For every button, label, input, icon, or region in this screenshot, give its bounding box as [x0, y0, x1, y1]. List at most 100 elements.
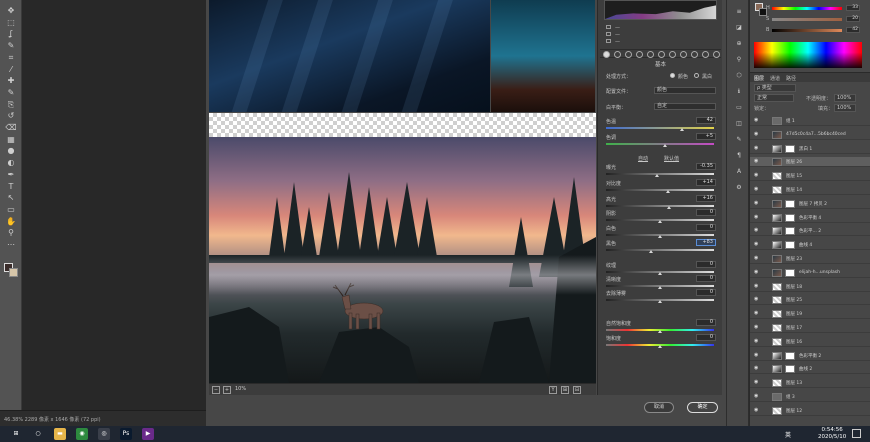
- visibility-eye-icon[interactable]: ◉: [754, 297, 760, 302]
- effects-tab-icon[interactable]: [669, 51, 676, 58]
- layer-row[interactable]: ◉ 曲线 2: [750, 364, 870, 375]
- panel-8-icon[interactable]: ✎: [735, 136, 743, 143]
- system-clock[interactable]: 0:54:56 2020/5/10: [818, 427, 846, 440]
- visibility-eye-icon[interactable]: ◉: [754, 118, 760, 123]
- panel-2-icon[interactable]: ⊕: [735, 40, 743, 47]
- white-balance-select[interactable]: 自定: [654, 103, 716, 110]
- slider-thumb[interactable]: [658, 272, 662, 275]
- snapshots-tab-icon[interactable]: [702, 51, 709, 58]
- presets-tab-icon[interactable]: [691, 51, 698, 58]
- file-explorer-icon[interactable]: ▬: [54, 428, 66, 440]
- qq-music-icon[interactable]: ◎: [98, 428, 110, 440]
- auto-link[interactable]: 自动: [638, 155, 648, 162]
- slider-value-field[interactable]: +5: [696, 133, 716, 140]
- slider-track[interactable]: [606, 189, 714, 191]
- layer-row[interactable]: ◉ 组 1: [750, 116, 870, 126]
- panel-4-icon[interactable]: ⬡: [735, 72, 743, 79]
- history-brush-tool-icon[interactable]: ↺: [5, 111, 17, 121]
- lens-tab-icon[interactable]: [658, 51, 665, 58]
- visibility-eye-icon[interactable]: ◉: [754, 325, 760, 330]
- layer-row[interactable]: ◉ 图层 13: [750, 378, 870, 389]
- layer-row[interactable]: ◉ 曲线 4: [750, 240, 870, 251]
- panel-5-icon[interactable]: ℹ: [735, 88, 743, 95]
- crop-tool-icon[interactable]: ⌗: [5, 53, 17, 63]
- slider-thumb[interactable]: [658, 300, 662, 303]
- layer-row[interactable]: ◉ 图层 26: [750, 157, 870, 168]
- slider-track[interactable]: [606, 249, 714, 251]
- visibility-eye-icon[interactable]: ◉: [754, 242, 760, 247]
- slider-thumb[interactable]: [665, 190, 670, 193]
- eyedropper-tool-icon[interactable]: ⁄: [5, 65, 17, 75]
- before-after-button[interactable]: ⊞: [561, 386, 569, 394]
- curve-tab-icon[interactable]: [614, 51, 621, 58]
- brush-tool-icon[interactable]: ✎: [5, 88, 17, 98]
- more-tools-icon[interactable]: ⋯: [5, 240, 17, 250]
- slider-value-field[interactable]: 0: [696, 319, 716, 326]
- slider-value-field[interactable]: 0: [696, 334, 716, 341]
- visibility-eye-icon[interactable]: ◉: [754, 145, 760, 151]
- zoom-tool-icon[interactable]: ⚲: [5, 228, 17, 238]
- layer-row[interactable]: ◉ 图层 18: [750, 282, 870, 292]
- saturation-value[interactable]: 20: [846, 16, 860, 22]
- split-tone-tab-icon[interactable]: [647, 51, 654, 58]
- layer-row[interactable]: ◉ 图层 15: [750, 171, 870, 182]
- visibility-eye-icon[interactable]: ◉: [754, 228, 760, 233]
- blur-tool-icon[interactable]: ●: [5, 146, 17, 156]
- visibility-eye-icon[interactable]: ◉: [754, 159, 760, 164]
- start-button-icon[interactable]: ⊞: [10, 428, 22, 440]
- lasso-tool-icon[interactable]: ʆ: [5, 29, 17, 39]
- detail-tab-icon[interactable]: [625, 51, 632, 58]
- slider-track[interactable]: [606, 127, 714, 129]
- background-swatch[interactable]: [9, 268, 18, 277]
- eraser-tool-icon[interactable]: ⌫: [5, 123, 17, 133]
- layer-mask-thumbnail[interactable]: [785, 268, 795, 277]
- layer-mask-thumbnail[interactable]: [785, 365, 795, 374]
- slider-thumb[interactable]: [654, 174, 659, 177]
- chrome-icon[interactable]: ◉: [76, 428, 88, 440]
- panel-0-icon[interactable]: ≡: [735, 8, 743, 15]
- visibility-eye-icon[interactable]: ◉: [754, 173, 760, 178]
- plus-zoom-button[interactable]: +: [223, 386, 231, 394]
- gradient-tool-icon[interactable]: ▦: [5, 135, 17, 145]
- layer-row[interactable]: ◉ 色彩平衡 4: [750, 213, 870, 223]
- visibility-eye-icon[interactable]: ◉: [754, 338, 760, 344]
- slider-value-field[interactable]: 0: [696, 224, 716, 231]
- compare-button[interactable]: ⊟: [573, 386, 581, 394]
- slider-thumb[interactable]: [658, 235, 662, 238]
- layer-row[interactable]: ◉ 组 3: [750, 392, 870, 402]
- move-tool-icon[interactable]: ✥: [5, 6, 17, 16]
- layer-kind-filter[interactable]: ρ 类型: [754, 84, 796, 92]
- layer-row[interactable]: ◉ 图层 16: [750, 337, 870, 347]
- blend-mode-select[interactable]: 正常: [754, 94, 794, 102]
- treatment-bw-radio[interactable]: [694, 73, 699, 78]
- quick-select-tool-icon[interactable]: ✎: [5, 41, 17, 51]
- layer-row[interactable]: ◉ 色彩平... 2: [750, 226, 870, 237]
- calibration-tab-icon[interactable]: [680, 51, 687, 58]
- panel-9-icon[interactable]: ¶: [735, 152, 743, 159]
- slider-thumb[interactable]: [666, 206, 671, 209]
- visibility-eye-icon[interactable]: ◉: [754, 131, 760, 137]
- zoom-level[interactable]: 10%: [235, 386, 246, 392]
- slider-thumb[interactable]: [663, 144, 668, 147]
- layer-mask-thumbnail[interactable]: [785, 227, 795, 236]
- view-toggle-button[interactable]: Y: [549, 386, 557, 394]
- opacity-field[interactable]: 100%: [834, 94, 856, 102]
- hand-tool-icon[interactable]: ✋: [5, 217, 17, 227]
- fill-field[interactable]: 100%: [834, 104, 856, 112]
- slider-thumb[interactable]: [658, 330, 662, 333]
- saturation-slider[interactable]: [772, 18, 842, 21]
- layer-row[interactable]: ◉ 图层 25: [750, 295, 870, 306]
- visibility-eye-icon[interactable]: ◉: [754, 283, 760, 289]
- minus-zoom-button[interactable]: −: [212, 386, 220, 394]
- panel-1-icon[interactable]: ◪: [735, 24, 743, 31]
- input-method-indicator[interactable]: 英: [785, 430, 791, 439]
- menu-icon[interactable]: [713, 51, 720, 58]
- visibility-eye-icon[interactable]: ◉: [754, 380, 760, 385]
- slider-value-field[interactable]: 42: [696, 117, 716, 124]
- layer-mask-thumbnail[interactable]: [785, 213, 795, 222]
- layer-row[interactable]: ◉ 图层 7 拷贝 2: [750, 199, 870, 209]
- notification-icon[interactable]: [852, 429, 861, 438]
- layer-row[interactable]: ◉ 图层 17: [750, 323, 870, 333]
- visibility-eye-icon[interactable]: ◉: [754, 256, 760, 261]
- slider-value-field[interactable]: 0: [696, 209, 716, 216]
